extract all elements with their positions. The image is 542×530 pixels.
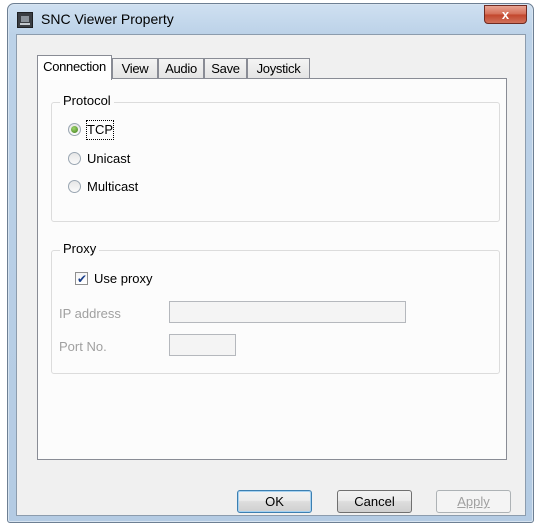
radio-tcp-indicator[interactable] — [68, 123, 81, 136]
radio-unicast-label[interactable]: Unicast — [87, 150, 130, 168]
title-bar[interactable]: SNC Viewer Property x — [8, 4, 533, 34]
tab-save[interactable]: Save — [204, 58, 247, 79]
use-proxy-check-indicator[interactable] — [75, 270, 88, 288]
radio-unicast-indicator[interactable] — [68, 152, 81, 165]
apply-button[interactable]: Apply — [436, 490, 511, 513]
ip-address-label: IP address — [59, 306, 121, 321]
apply-button-label: Apply — [457, 494, 490, 509]
port-no-label: Port No. — [59, 339, 107, 354]
tab-audio[interactable]: Audio — [158, 58, 204, 79]
protocol-group: Protocol TCP Unicast Multicast — [51, 93, 500, 222]
use-proxy-label[interactable]: Use proxy — [94, 270, 153, 288]
proxy-group: Proxy Use proxy IP address Port No. — [51, 241, 500, 374]
close-button[interactable]: x — [484, 5, 527, 24]
window-title: SNC Viewer Property — [41, 11, 174, 27]
tab-joystick[interactable]: Joystick — [247, 58, 310, 79]
radio-multicast-indicator[interactable] — [68, 180, 81, 193]
connection-tab-panel: Protocol TCP Unicast Multicast Proxy ✔ U… — [37, 78, 507, 460]
cancel-button[interactable]: Cancel — [337, 490, 412, 513]
proxy-group-label: Proxy — [60, 241, 100, 256]
app-camera-icon — [17, 12, 33, 28]
ok-button[interactable]: OK — [237, 490, 312, 513]
radio-multicast-label[interactable]: Multicast — [87, 178, 138, 196]
tab-connection[interactable]: Connection — [37, 55, 112, 80]
tab-view[interactable]: View — [112, 58, 158, 79]
radio-tcp-label[interactable]: TCP — [86, 120, 114, 140]
dialog-window: SNC Viewer Property x Connection View Au… — [7, 3, 534, 523]
dialog-body: Connection View Audio Save Joystick Prot… — [16, 34, 526, 516]
ip-address-input[interactable] — [169, 301, 406, 323]
protocol-group-label: Protocol — [60, 93, 114, 108]
port-no-input[interactable] — [169, 334, 236, 356]
